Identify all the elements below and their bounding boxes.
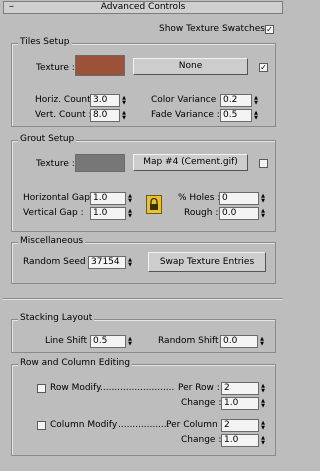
vertical-gap-spinner[interactable]: 1.0 ▲ ▼ (90, 207, 134, 220)
per-column-label: Per Column : (166, 420, 224, 430)
vertical-gap-input[interactable]: 1.0 (90, 207, 126, 220)
spinner-arrows-icon[interactable]: ▲ ▼ (126, 335, 134, 348)
tiles-texture-label: Texture : (36, 63, 75, 73)
show-swatches-label: Show Texture Swatches (159, 24, 265, 34)
row-modify-checkbox[interactable] (37, 384, 46, 393)
column-modify-dots: .................. (118, 420, 170, 430)
per-column-spinner[interactable]: 2 ▲ ▼ (221, 419, 267, 432)
row-modify-dots: .......................... (100, 383, 175, 393)
grout-setup-title: Grout Setup (18, 134, 77, 144)
lock-icon (150, 197, 158, 210)
random-seed-spinner[interactable]: 37154 ▲ ▼ (88, 256, 134, 269)
row-change-label: Change : (181, 398, 222, 408)
spinner-arrows-icon[interactable]: ▲ ▼ (120, 94, 128, 107)
per-row-label: Per Row : (178, 383, 220, 393)
horizontal-gap-label: Horizontal Gap : (23, 193, 96, 203)
tiles-map-button[interactable]: None (133, 58, 248, 75)
rough-spinner[interactable]: 0.0 ▲ ▼ (219, 207, 267, 220)
spinner-arrows-icon[interactable]: ▲ ▼ (259, 192, 267, 205)
per-row-input[interactable]: 2 (221, 382, 259, 395)
advanced-controls-rollout-header[interactable]: – Advanced Controls (3, 1, 283, 14)
checkmark-icon: ✓ (260, 63, 267, 72)
spinner-arrows-icon[interactable]: ▲ ▼ (259, 382, 267, 395)
spinner-arrows-icon[interactable]: ▲ ▼ (126, 207, 134, 220)
column-modify-checkbox[interactable] (37, 421, 46, 430)
row-change-input[interactable]: 1.0 (221, 397, 259, 410)
fade-variance-spinner[interactable]: 0.5 ▲ ▼ (220, 109, 260, 122)
random-seed-label: Random Seed : (23, 257, 92, 267)
spinner-arrows-icon[interactable]: ▲ ▼ (120, 109, 128, 122)
column-modify-label[interactable]: Column Modify (50, 420, 117, 431)
spinner-arrows-icon[interactable]: ▲ ▼ (252, 109, 260, 122)
horizontal-gap-input[interactable]: 1.0 (90, 192, 126, 205)
vert-count-spinner[interactable]: 8.0 ▲ ▼ (90, 109, 128, 122)
tiles-setup-title: Tiles Setup (18, 37, 72, 47)
fade-variance-input[interactable]: 0.5 (220, 109, 252, 122)
miscellaneous-title: Miscellaneous (18, 236, 86, 246)
random-shift-input[interactable]: 0.0 (220, 335, 258, 348)
row-column-editing-title: Row and Column Editing (18, 358, 133, 368)
spinner-arrows-icon[interactable]: ▲ ▼ (258, 335, 266, 348)
holes-spinner[interactable]: 0 ▲ ▼ (219, 192, 267, 205)
rough-label: Rough : (184, 208, 219, 218)
horiz-count-label: Horiz. Count : (35, 95, 97, 105)
spinner-arrows-icon[interactable]: ▲ ▼ (259, 434, 267, 447)
lock-gap-button[interactable] (146, 195, 162, 214)
swap-texture-entries-button[interactable]: Swap Texture Entries (148, 252, 266, 272)
section-divider (3, 298, 283, 300)
vert-count-label: Vert. Count : (35, 110, 92, 120)
horiz-count-spinner[interactable]: 3.0 ▲ ▼ (90, 94, 128, 107)
holes-input[interactable]: 0 (219, 192, 259, 205)
checkmark-icon: ✓ (266, 25, 273, 34)
column-change-spinner[interactable]: 1.0 ▲ ▼ (221, 434, 267, 447)
spinner-arrows-icon[interactable]: ▲ ▼ (259, 419, 267, 432)
line-shift-spinner[interactable]: 0.5 ▲ ▼ (90, 335, 134, 348)
spinner-arrows-icon[interactable]: ▲ ▼ (259, 397, 267, 410)
line-shift-label: Line Shift : (45, 336, 93, 346)
grout-map-button[interactable]: Map #4 (Cement.gif) (133, 154, 248, 171)
spinner-arrows-icon[interactable]: ▲ ▼ (126, 192, 134, 205)
vertical-gap-label: Vertical Gap : (23, 208, 84, 218)
random-shift-spinner[interactable]: 0.0 ▲ ▼ (220, 335, 266, 348)
line-shift-input[interactable]: 0.5 (90, 335, 126, 348)
rough-input[interactable]: 0.0 (219, 207, 259, 220)
spinner-arrows-icon[interactable]: ▲ ▼ (259, 207, 267, 220)
grout-map-checkbox[interactable] (259, 159, 268, 168)
row-modify-label[interactable]: Row Modify (50, 383, 101, 394)
stacking-layout-title: Stacking Layout (18, 313, 95, 323)
random-shift-label: Random Shift : (158, 336, 225, 346)
row-change-spinner[interactable]: 1.0 ▲ ▼ (221, 397, 267, 410)
show-swatches-checkbox[interactable]: ✓ (265, 25, 274, 34)
holes-label: % Holes : (178, 193, 221, 203)
rollout-title: Advanced Controls (100, 2, 186, 12)
spinner-arrows-icon[interactable]: ▲ ▼ (252, 94, 260, 107)
spinner-arrows-icon[interactable]: ▲ ▼ (126, 256, 134, 269)
per-row-spinner[interactable]: 2 ▲ ▼ (221, 382, 267, 395)
tiles-map-checkbox[interactable]: ✓ (259, 63, 268, 72)
grout-texture-label: Texture : (36, 159, 75, 169)
random-seed-input[interactable]: 37154 (88, 256, 126, 269)
color-variance-label: Color Variance : (151, 95, 223, 105)
fade-variance-label: Fade Variance : (151, 110, 220, 120)
horizontal-gap-spinner[interactable]: 1.0 ▲ ▼ (90, 192, 134, 205)
collapse-icon: – (9, 1, 14, 12)
grout-texture-swatch[interactable] (75, 154, 125, 172)
tiles-texture-swatch[interactable] (75, 55, 125, 76)
vert-count-input[interactable]: 8.0 (90, 109, 120, 122)
column-change-input[interactable]: 1.0 (221, 434, 259, 447)
color-variance-input[interactable]: 0.2 (220, 94, 252, 107)
color-variance-spinner[interactable]: 0.2 ▲ ▼ (220, 94, 260, 107)
column-change-label: Change : (181, 435, 222, 445)
horiz-count-input[interactable]: 3.0 (90, 94, 120, 107)
per-column-input[interactable]: 2 (221, 419, 259, 432)
